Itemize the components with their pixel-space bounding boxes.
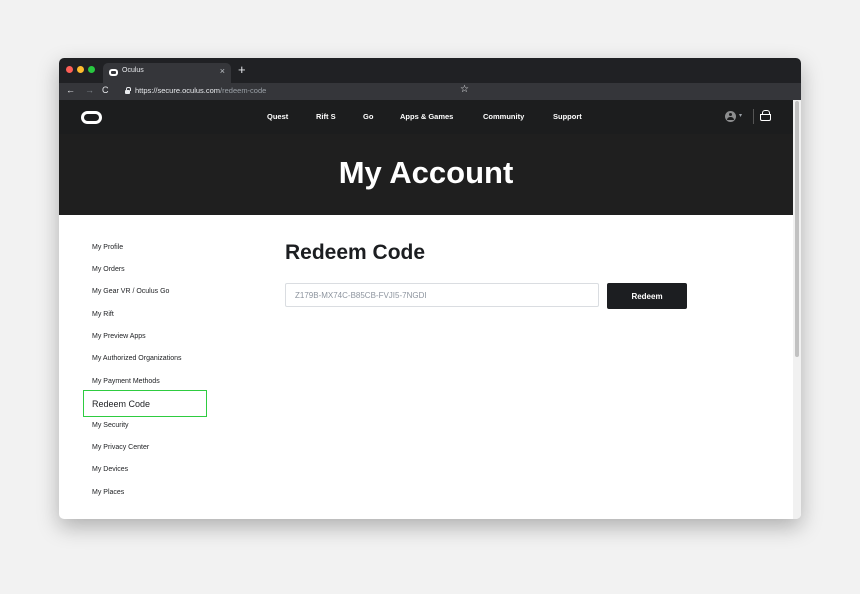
account-hero: My Account <box>59 134 793 215</box>
sidebar-item-my-gear-vr[interactable]: My Gear VR / Oculus Go <box>92 288 169 295</box>
sidebar-item-my-payment-methods[interactable]: My Payment Methods <box>92 378 160 385</box>
sidebar-item-my-orders[interactable]: My Orders <box>92 266 125 273</box>
url-path: /redeem-code <box>220 86 267 95</box>
redeem-code-input[interactable] <box>285 283 599 307</box>
bookmark-star-icon[interactable]: ☆ <box>460 84 469 95</box>
browser-titlebar: Oculus × + <box>59 58 801 83</box>
sidebar-item-my-privacy-center[interactable]: My Privacy Center <box>92 444 149 451</box>
nav-link-community[interactable]: Community <box>483 112 524 121</box>
header-divider <box>753 109 754 124</box>
cart-icon[interactable] <box>760 110 771 121</box>
tab-close-icon[interactable]: × <box>220 66 225 76</box>
lock-icon[interactable] <box>125 87 131 95</box>
close-window-button[interactable] <box>66 66 73 73</box>
browser-tab[interactable]: Oculus × <box>103 63 231 83</box>
tab-title: Oculus <box>122 67 144 74</box>
sidebar-item-my-authorized-organizations[interactable]: My Authorized Organizations <box>92 355 182 362</box>
sidebar-item-my-devices[interactable]: My Devices <box>92 466 128 473</box>
nav-link-apps-games[interactable]: Apps & Games <box>400 112 453 121</box>
maximize-window-button[interactable] <box>88 66 95 73</box>
oculus-favicon-icon <box>109 69 118 76</box>
site-header: Quest Rift S Go Apps & Games Community S… <box>59 100 793 134</box>
url-field[interactable]: https://secure.oculus.com/redeem-code <box>135 86 266 95</box>
redeem-button[interactable]: Redeem <box>607 283 687 309</box>
browser-window: Oculus × + ← → C https://secure.oculus.c… <box>59 58 801 519</box>
nav-link-go[interactable]: Go <box>363 112 373 121</box>
profile-avatar-icon[interactable] <box>725 111 736 122</box>
nav-link-support[interactable]: Support <box>553 112 582 121</box>
section-title: Redeem Code <box>285 241 426 264</box>
forward-arrow-icon[interactable]: → <box>85 85 94 95</box>
oculus-logo-icon[interactable] <box>81 111 102 124</box>
sidebar-item-my-profile[interactable]: My Profile <box>92 244 123 251</box>
sidebar-item-my-security[interactable]: My Security <box>92 422 129 429</box>
address-bar: ← → C https://secure.oculus.com/redeem-c… <box>59 83 801 100</box>
sidebar-item-my-places[interactable]: My Places <box>92 489 124 496</box>
reload-icon[interactable]: C <box>102 85 109 95</box>
sidebar-item-redeem-code[interactable]: Redeem Code <box>83 390 207 417</box>
scrollbar-thumb[interactable] <box>795 101 799 357</box>
new-tab-button[interactable]: + <box>238 63 246 77</box>
nav-link-quest[interactable]: Quest <box>267 112 288 121</box>
profile-menu-caret-icon[interactable]: ▾ <box>739 112 742 119</box>
sidebar-item-my-preview-apps[interactable]: My Preview Apps <box>92 333 146 340</box>
nav-link-rift-s[interactable]: Rift S <box>316 112 336 121</box>
page-title: My Account <box>338 155 514 190</box>
minimize-window-button[interactable] <box>77 66 84 73</box>
sidebar-item-my-rift[interactable]: My Rift <box>92 311 114 318</box>
back-arrow-icon[interactable]: ← <box>66 85 75 95</box>
url-host: https://secure.oculus.com <box>135 86 221 95</box>
